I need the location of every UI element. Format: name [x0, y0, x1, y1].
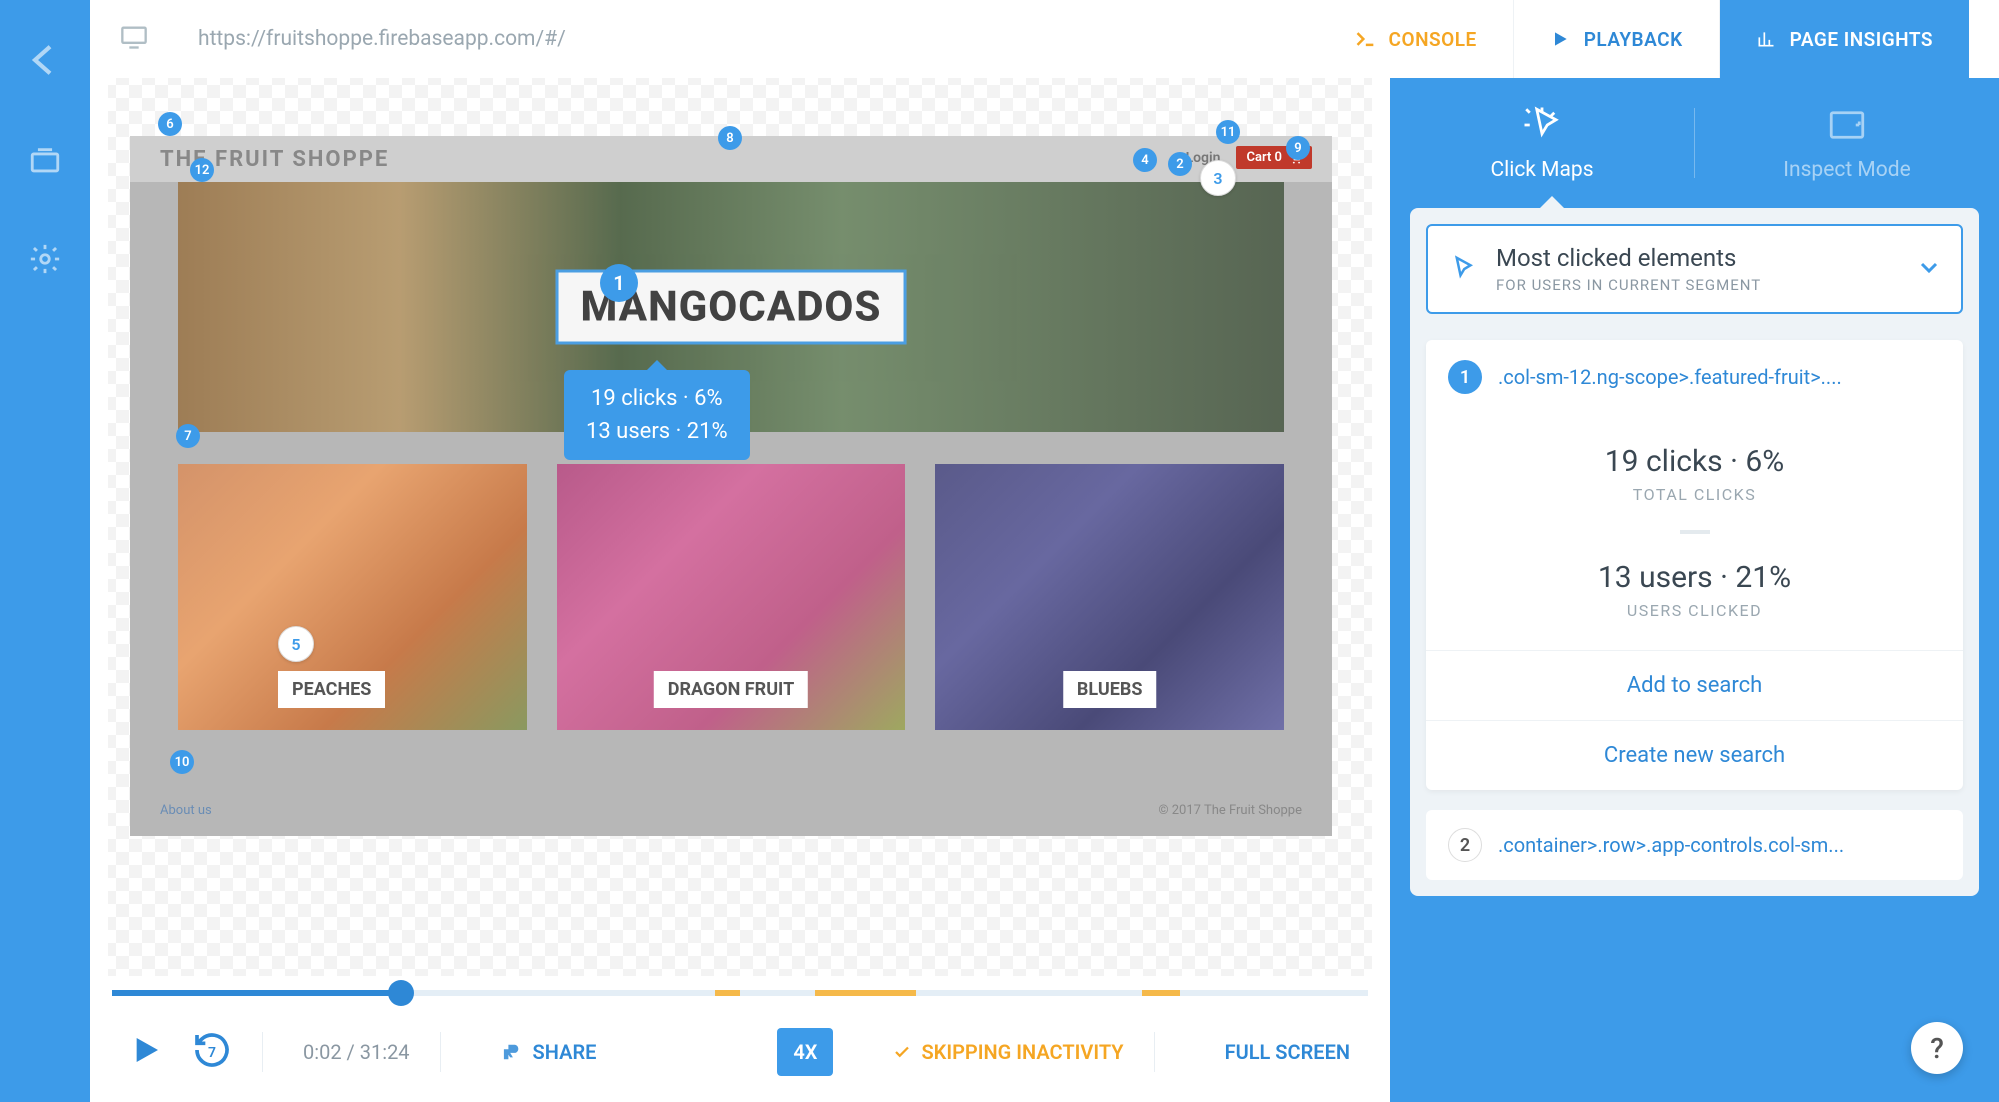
gear-icon[interactable] [28, 242, 62, 280]
clickmap-badge-11[interactable]: 11 [1216, 120, 1240, 144]
selector-text: .col-sm-12.ng-scope>.featured-fruit>.... [1498, 365, 1842, 389]
clickmap-badge-2[interactable]: 2 [1168, 152, 1192, 176]
timeline-segment [815, 990, 915, 996]
timeline[interactable] [112, 990, 1368, 996]
back-arrow-icon[interactable] [25, 40, 65, 84]
stat-users-sub: USERS CLICKED [1446, 601, 1943, 620]
timeline-progress [112, 990, 401, 996]
rank-badge-1: 1 [1448, 360, 1482, 394]
share-button[interactable]: SHARE [501, 1040, 597, 1064]
clickmap-badge-1[interactable]: 1 [600, 264, 638, 302]
selector-text-2: .container>.row>.app-controls.col-sm... [1498, 833, 1844, 857]
fullscreen-button[interactable]: FULL SCREEN [1225, 1040, 1350, 1064]
clickmap-badge-9[interactable]: 9 [1286, 136, 1310, 160]
clickmap-badge-7[interactable]: 7 [176, 424, 200, 448]
timeline-segment [715, 990, 740, 996]
skipping-inactivity[interactable]: SKIPPING INACTIVITY [893, 1040, 1123, 1064]
stat-clicks-sub: TOTAL CLICKS [1446, 485, 1943, 504]
tooltip-line1: 19 clicks · 6% [586, 382, 728, 415]
divider [262, 1032, 263, 1072]
tile-peaches-label: PEACHES [278, 671, 385, 708]
tile-dragon-fruit[interactable]: DRAGON FRUIT [557, 464, 906, 730]
stat-users: 13 users · 21% [1446, 560, 1943, 595]
clickmap-badge-4[interactable]: 4 [1133, 148, 1157, 172]
divider [1680, 530, 1710, 534]
segment-subtitle: FOR USERS IN CURRENT SEGMENT [1496, 276, 1899, 294]
tab-inspect-mode[interactable]: Inspect Mode [1695, 104, 1999, 182]
skipping-label: SKIPPING INACTIVITY [921, 1040, 1123, 1064]
viewport-inner: THE FRUIT SHOPPE Login Cart 0 MANGOCADOS… [108, 78, 1372, 976]
timeline-knob[interactable] [388, 980, 414, 1006]
console-label: CONSOLE [1389, 28, 1477, 51]
monitor-icon[interactable] [120, 25, 148, 53]
tab-inspect-label: Inspect Mode [1783, 158, 1910, 182]
segment-selector[interactable]: Most clicked elements FOR USERS IN CURRE… [1426, 224, 1963, 314]
header-bar: https://fruitshoppe.firebaseapp.com/#/ C… [90, 0, 1999, 78]
page-insights-button[interactable]: PAGE INSIGHTS [1720, 0, 1969, 78]
click-tooltip: 19 clicks · 6% 13 users · 21% [564, 370, 750, 460]
tab-click-maps[interactable]: Click Maps [1390, 104, 1694, 182]
rewind-button[interactable]: 7 [192, 1030, 232, 1074]
clickmap-badge-10[interactable]: 10 [170, 750, 194, 774]
rewind-number: 7 [208, 1045, 216, 1061]
console-button[interactable]: CONSOLE [1319, 0, 1513, 78]
play-button[interactable] [130, 1032, 162, 1072]
insights-label: PAGE INSIGHTS [1790, 28, 1933, 51]
element-card-2[interactable]: 2 .container>.row>.app-controls.col-sm..… [1426, 810, 1963, 880]
cart-label: Cart 0 [1246, 150, 1282, 165]
tooltip-line2: 13 users · 21% [586, 415, 728, 448]
playback-label: PLAYBACK [1584, 28, 1683, 51]
rank-badge-2: 2 [1448, 828, 1482, 862]
tile-bluebs-label: BLUEBS [1063, 671, 1157, 708]
playback-button[interactable]: PLAYBACK [1513, 0, 1720, 78]
divider [440, 1032, 441, 1072]
element-card-1: 1 .col-sm-12.ng-scope>.featured-fruit>..… [1426, 340, 1963, 790]
page-insights-panel: Click Maps Inspect Mode Most clicked ele… [1390, 78, 1999, 1102]
copyright: © 2017 The Fruit Shoppe [1158, 803, 1302, 818]
panel-card: Most clicked elements FOR USERS IN CURRE… [1410, 208, 1979, 896]
help-button[interactable]: ? [1911, 1022, 1963, 1074]
divider [1154, 1032, 1155, 1072]
site-frame: THE FRUIT SHOPPE Login Cart 0 MANGOCADOS… [130, 136, 1332, 836]
clickmap-badge-3[interactable]: 3 [1200, 160, 1236, 196]
tab-click-maps-label: Click Maps [1490, 158, 1593, 182]
devices-icon[interactable] [28, 144, 62, 182]
url-display: https://fruitshoppe.firebaseapp.com/#/ [198, 27, 1319, 51]
create-new-search-button[interactable]: Create new search [1426, 720, 1963, 790]
add-to-search-button[interactable]: Add to search [1426, 650, 1963, 720]
tile-dragon-label: DRAGON FRUIT [654, 671, 808, 708]
clickmap-badge-8[interactable]: 8 [718, 126, 742, 150]
viewport-area: THE FRUIT SHOPPE Login Cart 0 MANGOCADOS… [90, 78, 1390, 1102]
clickmap-badge-5[interactable]: 5 [278, 626, 314, 662]
time-display: 0:02 / 31:24 [303, 1040, 410, 1064]
clickmap-badge-12[interactable]: 12 [190, 158, 214, 182]
tile-bluebs[interactable]: BLUEBS [935, 464, 1284, 730]
about-link[interactable]: About us [160, 803, 212, 818]
segment-title: Most clicked elements [1496, 244, 1899, 272]
tile-peaches[interactable]: PEACHES [178, 464, 527, 730]
stat-clicks: 19 clicks · 6% [1446, 444, 1943, 479]
clickmap-badge-6[interactable]: 6 [158, 112, 182, 136]
element-header[interactable]: 1 .col-sm-12.ng-scope>.featured-fruit>..… [1426, 340, 1963, 414]
timeline-segment [1142, 990, 1180, 996]
speed-button[interactable]: 4X [777, 1028, 833, 1076]
chevron-down-icon [1917, 255, 1941, 283]
share-label: SHARE [533, 1040, 597, 1064]
playback-bar: 7 0:02 / 31:24 SHARE 4X SKIPPING INACTIV… [90, 976, 1390, 1102]
